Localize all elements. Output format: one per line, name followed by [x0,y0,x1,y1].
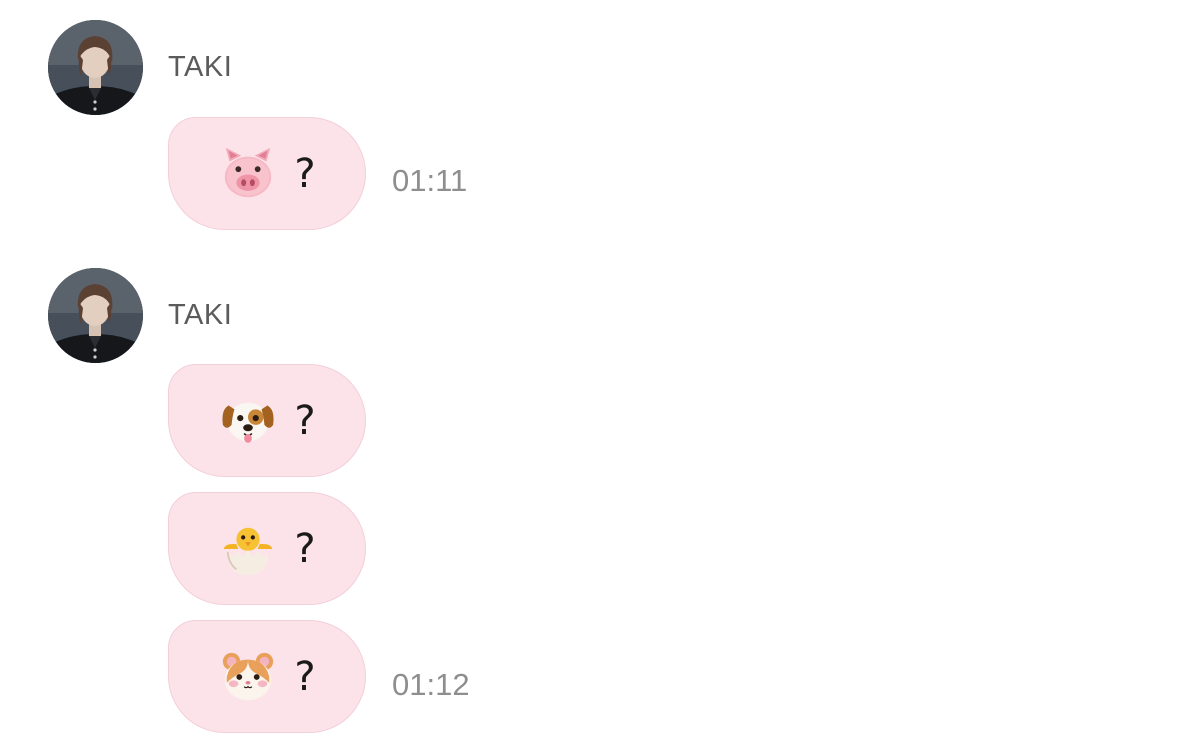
sender-name: TAKI [168,299,233,331]
sender-name: TAKI [168,51,233,83]
message-bubble[interactable]: ? [168,117,366,230]
message-bubble[interactable]: ? [168,620,366,733]
avatar-photo [48,268,143,363]
avatar-photo [48,20,143,115]
dog-face-emoji [218,391,278,451]
pig-face-emoji [218,144,278,204]
hamster-face-emoji [218,647,278,707]
sender-avatar[interactable] [48,20,143,115]
sender-avatar[interactable] [48,268,143,363]
message-text: ? [294,653,316,700]
message-time: 01:11 [392,163,468,198]
message-bubble[interactable]: ? [168,364,366,477]
message-text: ? [294,525,316,572]
message-time: 01:12 [392,667,470,702]
hatching-chick-emoji [218,519,278,579]
message-text: ? [294,150,316,197]
message-text: ? [294,397,316,444]
message-bubble[interactable]: ? [168,492,366,605]
chat-thread: TAKI ? 01:11 TAKI ? ? ? 01:12 [0,0,1200,753]
